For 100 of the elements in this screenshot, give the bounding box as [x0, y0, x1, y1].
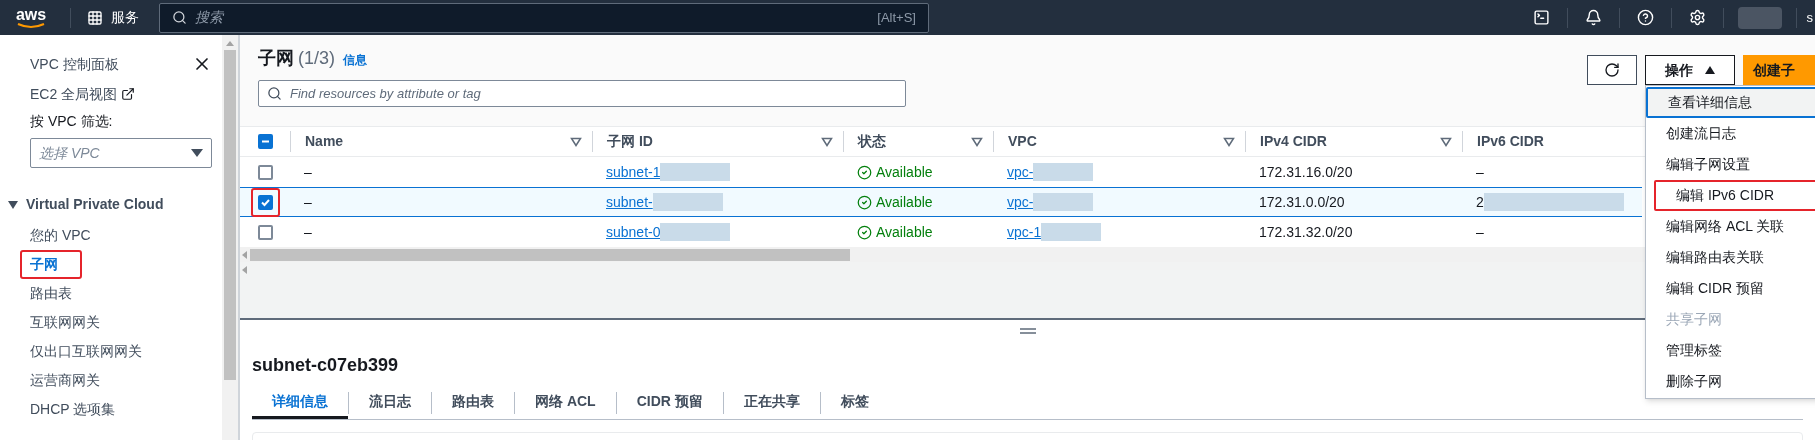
menu-item[interactable]: 编辑 IPv6 CIDR: [1654, 180, 1815, 211]
column-header[interactable]: Name: [305, 131, 344, 152]
account-label[interactable]: s: [1796, 7, 1815, 28]
sidebar-item[interactable]: DHCP 选项集: [30, 399, 116, 420]
sort-caret-icon[interactable]: [1223, 136, 1235, 147]
menu-item[interactable]: 管理标签: [1646, 335, 1815, 366]
table-cell: –: [304, 223, 312, 240]
caret-icon[interactable]: [8, 200, 18, 209]
refresh-button[interactable]: [1587, 55, 1637, 85]
selection-count: (1/3): [298, 47, 335, 70]
check-circle-icon: [857, 194, 872, 210]
table-cell-text: –: [1476, 162, 1484, 182]
tab[interactable]: CIDR 预留: [616, 387, 723, 419]
column-header[interactable]: IPv4 CIDR: [1260, 131, 1327, 152]
grid-icon: [87, 9, 103, 26]
sort-caret-icon[interactable]: [570, 136, 582, 147]
sort-caret-icon[interactable]: [821, 136, 833, 147]
column-header[interactable]: 子网 ID: [607, 131, 653, 152]
column-header[interactable]: IPv6 CIDR: [1477, 131, 1544, 152]
subnet-link[interactable]: subnet-: [606, 191, 653, 213]
search-field[interactable]: 搜索 [Alt+S]: [159, 2, 929, 33]
actions-button[interactable]: 操作: [1645, 55, 1735, 85]
scrollbar[interactable]: [222, 35, 238, 440]
subnet-link[interactable]: subnet-1: [606, 161, 661, 183]
redaction-blur: [652, 193, 723, 211]
tab[interactable]: 详细信息: [252, 387, 348, 419]
section-toggle[interactable]: Virtual Private Cloud: [8, 194, 212, 215]
table-cell: 172.31.0.0/20: [1259, 193, 1345, 210]
scroll-up-icon: [226, 41, 234, 46]
menu-item[interactable]: 查看详细信息: [1646, 87, 1815, 118]
search-icon: [267, 86, 282, 101]
sort-caret-icon[interactable]: [1440, 136, 1452, 147]
checkbox[interactable]: [257, 194, 273, 210]
info-link[interactable]: 信息: [343, 51, 367, 69]
caret-icon: [191, 149, 203, 157]
redaction-blur: [1041, 223, 1102, 241]
sidebar-item[interactable]: 运营商网关: [30, 370, 100, 391]
services-button[interactable]: 服务: [79, 7, 147, 28]
table-cell-text: –: [1476, 222, 1484, 242]
redaction-blur: [1033, 193, 1094, 211]
redaction-blur: [660, 223, 731, 241]
checkbox[interactable]: [257, 164, 273, 180]
tab[interactable]: 路由表: [432, 387, 514, 419]
sidebar-item[interactable]: 路由表: [30, 283, 72, 304]
menu-item[interactable]: 编辑 CIDR 预留: [1646, 273, 1815, 304]
sidebar-item[interactable]: 子网: [20, 250, 82, 279]
logo[interactable]: aws: [15, 6, 47, 23]
sidebar-item[interactable]: 互联网网关: [30, 312, 100, 333]
sidebar-item[interactable]: 您的 VPC: [30, 225, 91, 246]
menu-item[interactable]: 编辑路由表关联: [1646, 242, 1815, 273]
drag-handle-icon[interactable]: [1019, 328, 1036, 334]
vpc-link[interactable]: vpc-1: [1007, 221, 1042, 243]
tab[interactable]: 网络 ACL: [515, 387, 616, 419]
status-text: Available: [876, 162, 933, 182]
subnet-link[interactable]: subnet-0: [606, 221, 661, 243]
select-placeholder: 选择 VPC: [39, 143, 100, 163]
checkbox-frame[interactable]: [250, 187, 280, 217]
filter-input[interactable]: Find resources by attribute or tag: [290, 83, 897, 104]
status-text: Available: [876, 222, 933, 242]
vpc-select[interactable]: 选择 VPC: [30, 138, 212, 168]
table-cell: 172.31.32.0/20: [1259, 223, 1353, 240]
search-icon: [172, 10, 187, 25]
sidebar-link[interactable]: VPC 控制面板: [30, 53, 119, 75]
check-circle-icon: [857, 164, 872, 180]
tab[interactable]: 正在共享: [723, 387, 820, 419]
create-button[interactable]: 创建子: [1743, 55, 1815, 85]
table-cell: –: [304, 193, 312, 210]
checkbox[interactable]: [257, 134, 273, 149]
menu-item[interactable]: 创建流日志: [1646, 118, 1815, 149]
column-header[interactable]: VPC: [1008, 131, 1037, 152]
help-icon[interactable]: [1636, 9, 1654, 26]
vpc-link[interactable]: vpc-: [1007, 191, 1034, 213]
vpc-link[interactable]: vpc-: [1007, 161, 1034, 183]
search-input[interactable]: 搜索: [195, 7, 870, 28]
details-title: subnet-c07eb399: [252, 354, 400, 377]
menu-item[interactable]: 编辑子网设置: [1646, 149, 1815, 180]
tab[interactable]: 标签: [820, 387, 889, 419]
table-cell: –: [304, 163, 312, 180]
status-text: Available: [876, 192, 933, 212]
panel-title: 子网: [258, 47, 294, 70]
terminal-icon[interactable]: [1532, 9, 1550, 26]
sidebar-item[interactable]: 仅出口互联网网关: [30, 341, 142, 362]
tab[interactable]: 流日志: [349, 387, 431, 419]
checkbox[interactable]: [257, 224, 273, 240]
settings-icon[interactable]: [1688, 9, 1706, 26]
caret-icon: [1705, 66, 1715, 74]
menu-item[interactable]: 删除子网: [1646, 366, 1815, 397]
table-cell: 172.31.16.0/20: [1259, 163, 1353, 180]
table-cell-text: 2: [1476, 192, 1484, 212]
shortcut-hint: [Alt+S]: [877, 8, 916, 27]
column-header[interactable]: 状态: [858, 131, 886, 152]
refresh-icon: [1604, 62, 1620, 78]
filter-label: 按 VPC 筛选:: [30, 112, 114, 131]
sidebar-link[interactable]: EC2 全局视图: [30, 83, 118, 105]
filter-field[interactable]: Find resources by attribute or tag: [258, 80, 906, 107]
check-circle-icon: [857, 224, 872, 240]
sort-caret-icon[interactable]: [971, 136, 983, 147]
bell-icon[interactable]: [1584, 9, 1602, 26]
menu-item[interactable]: 编辑网络 ACL 关联: [1646, 211, 1815, 242]
table-row[interactable]: – subnet- Available vpc- 172.31.0.0/20 2: [240, 187, 1642, 217]
